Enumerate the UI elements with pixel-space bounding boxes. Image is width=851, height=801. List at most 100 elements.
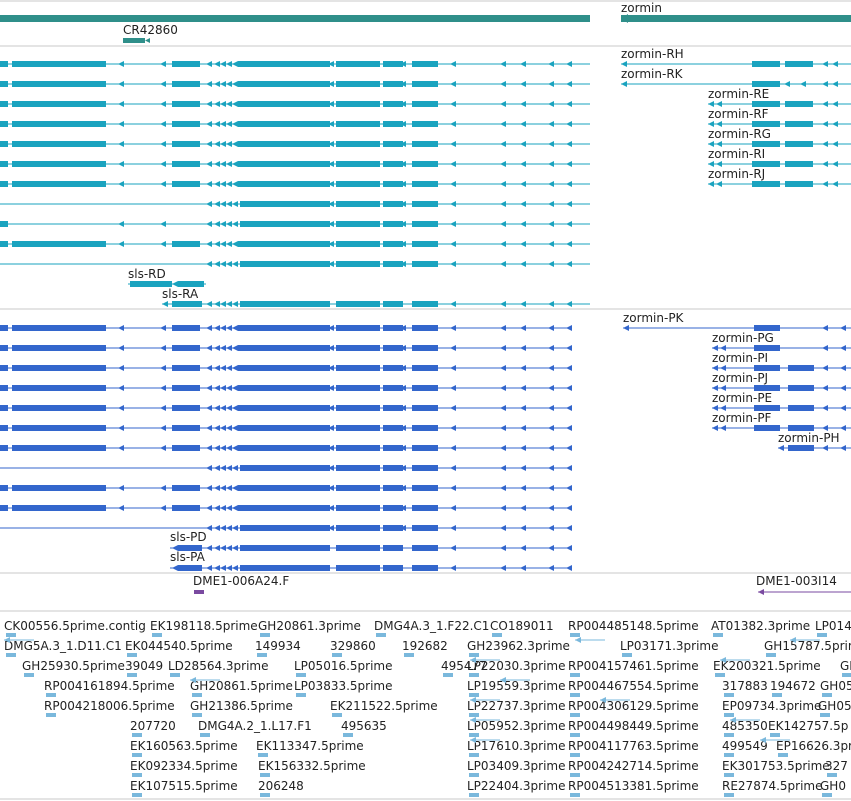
est-feature[interactable]: RP004467554.5prime (568, 679, 699, 697)
est-feature[interactable]: DMG5A.3_1.D11.C1 (4, 639, 122, 657)
est-feature[interactable]: GH20861.3prime (258, 619, 361, 637)
est-feature[interactable]: EK107515.5prime (130, 779, 238, 797)
est-feature[interactable]: LP17610.3prime (467, 739, 566, 757)
est-feature[interactable]: LP05016.5prime (294, 659, 393, 677)
sls-transcript-row[interactable] (0, 141, 590, 147)
est-feature[interactable]: EK301753.5prime (722, 759, 830, 777)
sls-protein-row[interactable] (0, 405, 572, 411)
est-feature[interactable]: RP004498449.5prime (568, 719, 699, 737)
est-feature[interactable]: EK142757.5p (768, 719, 848, 737)
est-feature[interactable]: 499549 (722, 739, 768, 757)
est-feature[interactable]: EK113347.5prime (256, 739, 364, 757)
est-feature[interactable]: RP004485148.5prime (568, 619, 699, 637)
sls-transcript-row[interactable] (0, 201, 590, 207)
est-feature[interactable]: EK211522.5prime (330, 699, 438, 717)
sls-protein-row[interactable] (0, 485, 572, 491)
est-feature[interactable]: EK156332.5prime (258, 759, 366, 777)
sls-transcript-row[interactable] (0, 161, 590, 167)
est-label: 495635 (341, 719, 387, 733)
est-feature[interactable]: 206248 (258, 779, 304, 797)
sls-transcript-row[interactable] (0, 241, 590, 247)
protein-track: zormin-PK zormin-PG zormin-PI zormin-PJ … (0, 311, 851, 574)
est-feature[interactable]: DMG4A.3_1.F22.C1 (374, 619, 489, 637)
est-feature[interactable]: RP004157461.5prime (568, 659, 699, 677)
gene-bar-left[interactable] (0, 15, 590, 22)
est-label: EK044540.5prime (125, 639, 233, 653)
est-feature[interactable]: AT01382.3prime (711, 619, 810, 637)
est-feature[interactable]: LD28564.3prime (168, 659, 269, 677)
est-feature[interactable]: GH21386.5prime (190, 699, 293, 717)
est-label: RP004485148.5prime (568, 619, 699, 633)
est-feature[interactable]: GH0 (820, 779, 846, 797)
ncrna-bar[interactable] (123, 38, 145, 43)
est-feature[interactable]: 149934 (255, 639, 301, 657)
est-feature[interactable]: GH15787.5prime (764, 639, 851, 657)
sls-protein-row[interactable] (0, 325, 572, 331)
est-feature[interactable]: RP004117763.5prime (568, 739, 699, 757)
est-feature[interactable]: EP09734.3prime (722, 699, 821, 717)
sls-transcript-row[interactable] (0, 261, 590, 267)
sls-protein-row[interactable] (0, 525, 572, 531)
est-feature[interactable]: 39049 (125, 659, 163, 677)
est-feature[interactable]: EK200321.5prime (713, 659, 821, 677)
sls-PD-row[interactable] (170, 545, 572, 551)
est-feature[interactable]: LP05952.3prime (467, 719, 566, 737)
sls-RA-row[interactable] (162, 301, 590, 307)
est-feature[interactable]: 485350 (722, 719, 768, 737)
est-feature[interactable]: RE27874.5prime (722, 779, 823, 797)
est-feature[interactable]: LP03833.5prime (294, 679, 393, 697)
est-feature[interactable]: LP22404.3prime (467, 779, 566, 797)
est-feature[interactable]: 329860 (330, 639, 376, 657)
sls-protein-row[interactable] (0, 385, 572, 391)
est-feature[interactable]: EK198118.5prime (150, 619, 258, 637)
est-feature[interactable]: 317883 (722, 679, 768, 697)
est-feature[interactable]: EP16626.3pri (776, 739, 851, 757)
sls-protein-row[interactable] (0, 365, 572, 371)
est-feature[interactable]: RP004161894.5prime (44, 679, 175, 697)
gene-bar-zormin[interactable] (621, 15, 851, 22)
est-feature[interactable]: EK160563.5prime (130, 739, 238, 757)
est-feature[interactable]: DMG4A.2_1.L17.F1 (198, 719, 312, 737)
est-feature[interactable]: EK044540.5prime (125, 639, 233, 657)
sls-transcript-row[interactable] (0, 61, 590, 67)
est-feature[interactable]: GH25930.5prime (22, 659, 125, 677)
bac-bar-0[interactable] (194, 590, 204, 594)
sls-PA-row[interactable] (170, 565, 572, 571)
sls-protein-row[interactable] (0, 445, 572, 451)
sls-transcript-row[interactable] (0, 101, 590, 107)
est-feature[interactable]: GH05 (818, 699, 851, 717)
est-feature[interactable]: 194672 (770, 679, 816, 697)
est-feature[interactable]: 207720 (130, 719, 176, 737)
est-feature[interactable]: CO189011 (490, 619, 554, 637)
sls-protein-row[interactable] (0, 505, 572, 511)
zormin-RF-label: zormin-RF (708, 107, 769, 121)
est-feature[interactable]: LP03171.3prime (620, 639, 719, 657)
est-feature[interactable]: RP004242714.5prime (568, 759, 699, 777)
est-feature[interactable]: GH0 (840, 659, 851, 677)
est-feature[interactable]: 327 (825, 759, 848, 777)
est-feature[interactable]: GH20861.5prime (190, 679, 293, 697)
sls-transcript-row[interactable] (0, 81, 590, 87)
est-feature[interactable]: RP004218006.5prime (44, 699, 175, 717)
est-feature[interactable]: 192682 (402, 639, 448, 657)
sls-protein-row[interactable] (0, 345, 572, 351)
est-feature[interactable]: 495635 (341, 719, 387, 737)
est-feature[interactable]: EK092334.5prime (130, 759, 238, 777)
sls-protein-row[interactable] (0, 465, 572, 471)
est-feature[interactable]: GH23962.3prime (467, 639, 570, 657)
est-feature[interactable]: GH05 (820, 679, 851, 697)
sls-transcript-row[interactable] (0, 221, 590, 227)
est-feature[interactable]: CK00556.5prime.contig (4, 619, 146, 637)
est-label: DMG4A.3_1.F22.C1 (374, 619, 489, 633)
est-feature[interactable]: RP004306129.5prime (568, 699, 699, 717)
est-feature[interactable]: RP004513381.5prime (568, 779, 699, 797)
est-feature[interactable]: LP22030.3prime (467, 659, 566, 677)
est-feature[interactable]: LP03409.3prime (467, 759, 566, 777)
est-feature[interactable]: LP014 (815, 619, 851, 637)
sls-transcript-row[interactable] (0, 121, 590, 127)
sls-protein-row[interactable] (0, 425, 572, 431)
est-glyph[interactable] (575, 637, 605, 643)
est-feature[interactable]: LP22737.3prime (467, 699, 566, 717)
est-feature[interactable]: LP19559.3prime (467, 679, 566, 697)
sls-transcript-row[interactable] (0, 181, 590, 187)
